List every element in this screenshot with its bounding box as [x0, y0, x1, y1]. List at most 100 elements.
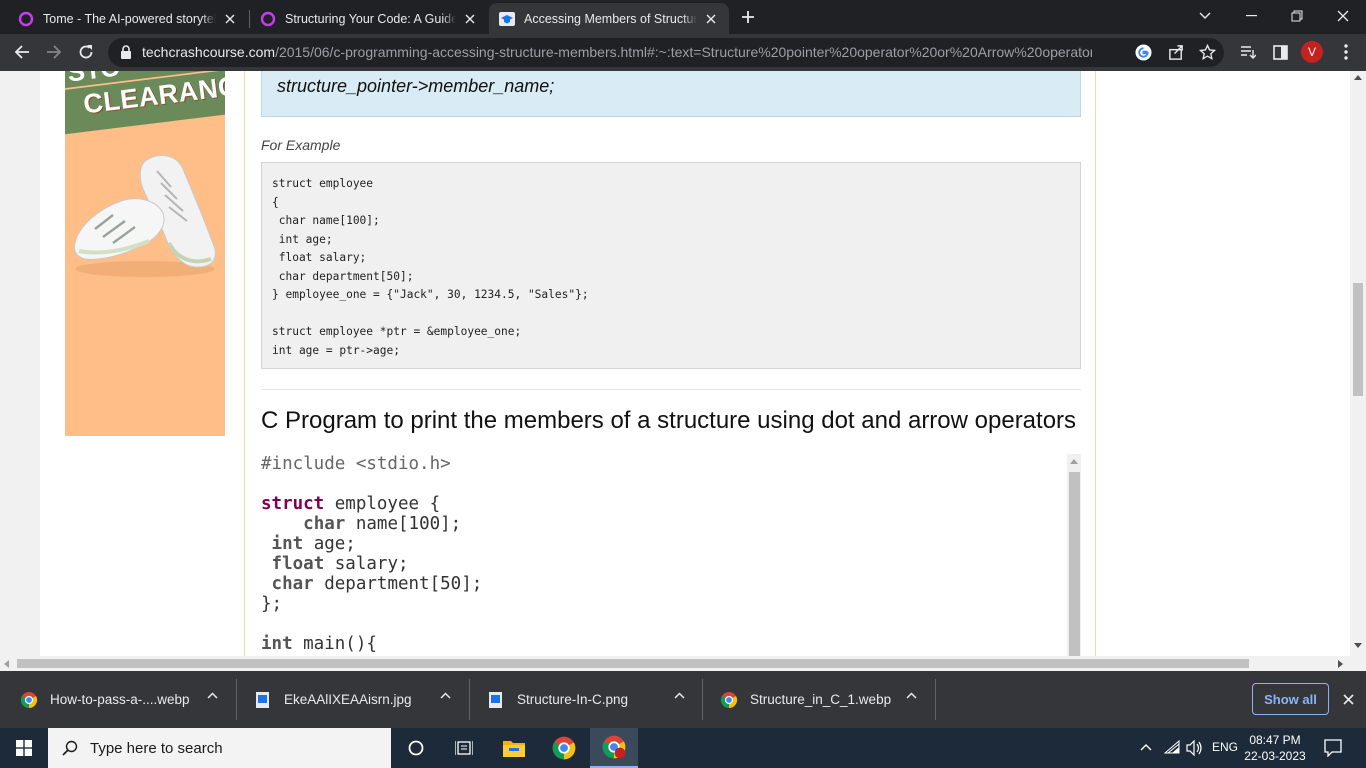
close-tab-icon[interactable] — [462, 11, 478, 27]
cortana-circle-icon — [408, 740, 424, 756]
wifi-icon[interactable] — [1164, 740, 1180, 754]
tab-accessing-members[interactable]: Accessing Members of Structure — [489, 3, 729, 34]
advertisement-banner[interactable]: STO CLEARANCE — [65, 71, 225, 436]
tab-title: Tome - The AI-powered storytelling — [43, 11, 216, 26]
chevron-up-icon[interactable] — [440, 692, 451, 699]
file-explorer-button[interactable] — [490, 728, 538, 768]
download-item[interactable]: How-to-pass-a-....webp — [20, 671, 234, 728]
google-lens-icon[interactable] — [1135, 44, 1152, 61]
page-vertical-scrollbar[interactable] — [1350, 71, 1366, 656]
vertical-scrollbar-thumb[interactable] — [1353, 283, 1363, 396]
search-icon — [62, 740, 78, 756]
reading-list-icon — [1241, 46, 1256, 59]
download-item[interactable]: EkeAAlIXEAAisrn.jpg — [254, 671, 468, 728]
back-button[interactable] — [8, 38, 36, 66]
language-indicator[interactable]: ENG — [1212, 740, 1238, 754]
tab-structuring-code[interactable]: Structuring Your Code: A Guide to — [250, 3, 488, 34]
tab-title: Accessing Members of Structure — [524, 11, 697, 26]
download-filename: Structure_in_C_1.webp — [750, 692, 892, 707]
cortana-button[interactable] — [392, 728, 440, 768]
url-text[interactable]: techcrashcourse.com/2015/06/c-programmin… — [142, 44, 1092, 60]
reading-list-button[interactable] — [1234, 38, 1262, 66]
code-keyword: char — [303, 514, 346, 534]
tab-tome[interactable]: Tome - The AI-powered storytelling — [8, 3, 248, 34]
code-scrollbar[interactable] — [1067, 454, 1081, 656]
code-line: }; — [261, 594, 283, 614]
minimize-icon — [1245, 15, 1257, 17]
for-example-label: For Example — [261, 137, 341, 153]
plus-icon — [742, 11, 754, 23]
code-line: #include <stdio.h> — [261, 454, 451, 474]
example-code-block: struct employee { char name[100]; int ag… — [261, 162, 1081, 369]
chevron-up-icon[interactable] — [207, 692, 218, 699]
code-text: department[50]; — [313, 574, 483, 594]
volume-icon[interactable] — [1186, 740, 1204, 756]
menu-button[interactable] — [1332, 38, 1360, 66]
chevron-down-icon — [1199, 12, 1211, 19]
syntax-box: structure_pointer->member_name; — [261, 71, 1081, 117]
download-separator — [236, 679, 237, 720]
forward-button[interactable] — [40, 38, 68, 66]
reload-icon — [79, 45, 93, 59]
system-tray-chevron-icon[interactable] — [1140, 743, 1152, 751]
code-keyword: char — [271, 574, 314, 594]
reload-button[interactable] — [72, 38, 100, 66]
code-scrollbar-thumb[interactable] — [1069, 472, 1080, 656]
scroll-right-icon[interactable] — [1338, 660, 1343, 668]
close-icon — [1342, 693, 1354, 705]
clock-date: 22-03-2023 — [1244, 749, 1306, 763]
chevron-up-icon[interactable] — [674, 692, 685, 699]
tab-title: Structuring Your Code: A Guide to — [285, 11, 456, 26]
chevron-up-icon[interactable] — [906, 692, 917, 699]
image-file-icon — [489, 691, 502, 708]
download-item[interactable]: Structure_in_C_1.webp — [720, 671, 934, 728]
close-download-bar-button[interactable] — [1334, 685, 1362, 713]
close-window-button[interactable] — [1320, 0, 1366, 32]
browser-toolbar: techcrashcourse.com/2015/06/c-programmin… — [0, 34, 1366, 71]
share-icon[interactable] — [1168, 44, 1185, 61]
url-path: /2015/06/c-programming-accessing-structu… — [275, 44, 1092, 60]
restore-icon — [1291, 10, 1303, 22]
close-icon — [1337, 10, 1349, 22]
restore-button[interactable] — [1274, 0, 1320, 32]
minimize-button[interactable] — [1228, 0, 1274, 32]
chrome-icon — [552, 736, 576, 760]
address-bar[interactable]: techcrashcourse.com/2015/06/c-programmin… — [108, 38, 1224, 67]
scroll-up-icon[interactable] — [1070, 459, 1078, 464]
side-panel-button[interactable] — [1266, 38, 1294, 66]
example-code: struct employee { char name[100]; int ag… — [272, 177, 589, 357]
bookmark-star-icon[interactable] — [1199, 44, 1216, 61]
close-tab-icon[interactable] — [222, 11, 238, 27]
start-button[interactable] — [0, 728, 48, 768]
article-column: structure_pointer->member_name; For Exam… — [244, 71, 1096, 656]
task-view-button[interactable] — [440, 728, 488, 768]
page-horizontal-scrollbar[interactable] — [0, 656, 1366, 671]
download-item[interactable]: Structure-In-C.png — [487, 671, 701, 728]
side-panel-icon — [1272, 44, 1288, 60]
scroll-down-icon[interactable] — [1354, 643, 1362, 648]
chrome-taskbar-button[interactable] — [540, 728, 588, 768]
lock-icon[interactable] — [120, 45, 132, 60]
chrome-profile-icon — [602, 735, 626, 759]
close-tab-icon[interactable] — [703, 11, 719, 27]
syntax-text: structure_pointer->member_name; — [277, 76, 555, 96]
download-filename: Structure-In-C.png — [517, 692, 629, 707]
code-text: name[100]; — [345, 514, 462, 534]
chrome-file-icon — [20, 691, 38, 708]
download-filename: How-to-pass-a-....webp — [50, 692, 190, 707]
notifications-icon[interactable] — [1324, 739, 1342, 757]
page-viewport: STO CLEARANCE structure_pointer->member_… — [0, 71, 1350, 656]
horizontal-scrollbar-thumb[interactable] — [17, 659, 1249, 668]
scroll-left-icon[interactable] — [4, 660, 9, 668]
show-all-button[interactable]: Show all — [1252, 683, 1329, 715]
taskbar-search-box[interactable]: Type here to search — [48, 728, 391, 768]
chrome-profile-taskbar-button[interactable] — [590, 728, 638, 768]
clock[interactable]: 08:47 PM 22-03-2023 — [1240, 732, 1310, 764]
windows-logo-icon — [16, 740, 32, 756]
tab-search-button[interactable] — [1182, 0, 1228, 32]
download-separator — [702, 679, 703, 720]
download-bar: How-to-pass-a-....webp EkeAAlIXEAAisrn.j… — [0, 671, 1366, 728]
scroll-up-icon[interactable] — [1354, 75, 1362, 80]
profile-avatar[interactable]: V — [1301, 41, 1323, 63]
new-tab-button[interactable] — [734, 3, 762, 31]
